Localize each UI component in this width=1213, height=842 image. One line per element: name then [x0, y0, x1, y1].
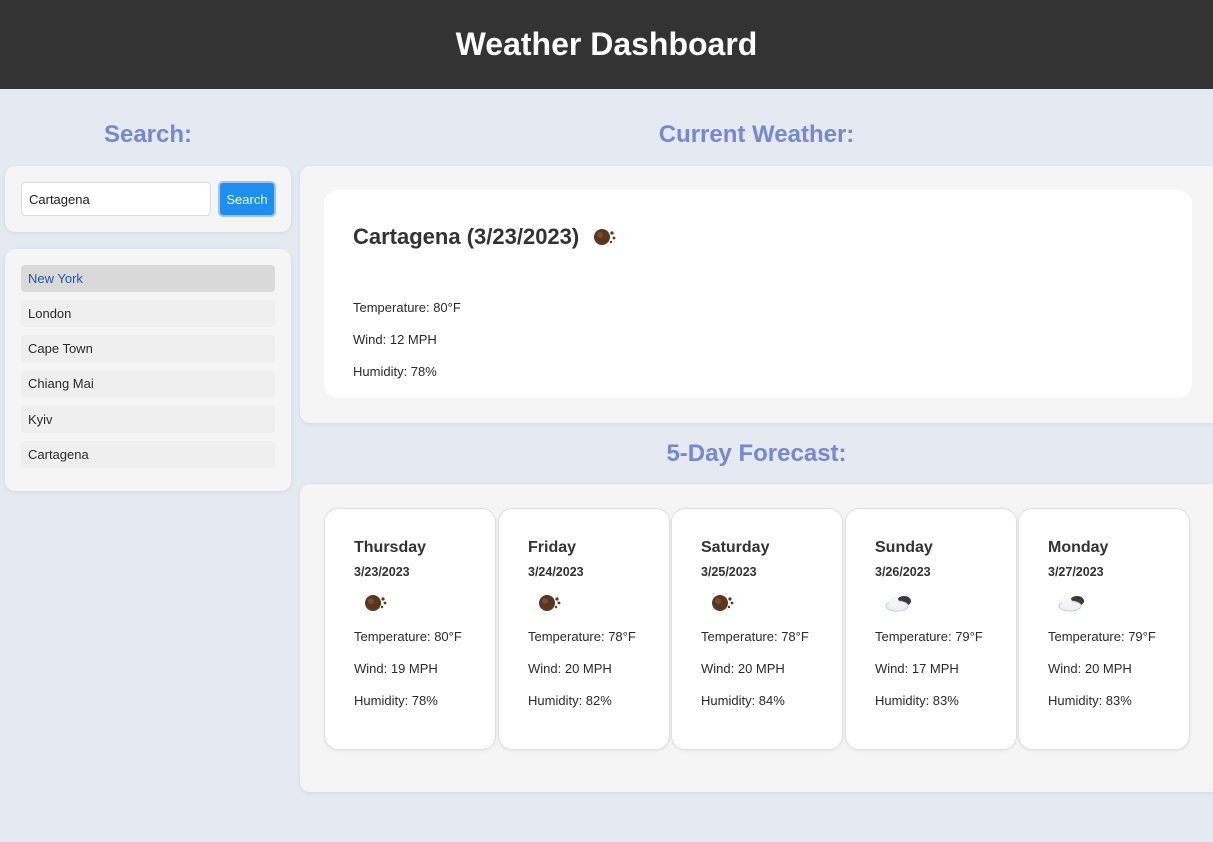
forecast-temperature: Temperature: 78°F — [701, 629, 809, 644]
current-humidity: Humidity: 78% — [353, 364, 437, 379]
search-input[interactable] — [21, 182, 211, 216]
history-item-kyiv[interactable]: Kyiv — [21, 406, 275, 433]
cloud-icon — [885, 596, 911, 612]
rain-icon — [594, 229, 616, 245]
current-weather-heading: Current Weather: — [658, 121, 855, 148]
current-weather-panel: Cartagena (3/23/2023) Temperature: 80°F … — [300, 166, 1213, 423]
forecast-humidity: Humidity: 83% — [875, 693, 959, 708]
current-city-date: Cartagena (3/23/2023) — [353, 224, 580, 249]
forecast-humidity: Humidity: 84% — [701, 693, 785, 708]
forecast-card: Friday 3/24/2023 Temperature: 78°F Wind:… — [498, 508, 670, 750]
current-temperature: Temperature: 80°F — [353, 300, 461, 315]
current-weather-card: Cartagena (3/23/2023) Temperature: 80°F … — [324, 190, 1192, 398]
forecast-date: 3/24/2023 — [528, 565, 584, 579]
forecast-wind: Wind: 20 MPH — [701, 661, 785, 676]
forecast-panel: Thursday 3/23/2023 Temperature: 80°F Win… — [300, 484, 1213, 792]
forecast-wind: Wind: 19 MPH — [354, 661, 438, 676]
rain-icon — [539, 595, 561, 611]
forecast-heading: 5-Day Forecast: — [666, 440, 847, 467]
history-item-london[interactable]: London — [21, 300, 275, 327]
app-header: Weather Dashboard — [0, 0, 1213, 89]
forecast-wind: Wind: 20 MPH — [528, 661, 612, 676]
forecast-card: Sunday 3/26/2023 Temperature: 79°F Wind:… — [845, 508, 1017, 750]
forecast-day: Friday — [528, 539, 577, 556]
forecast-day: Monday — [1048, 539, 1109, 556]
forecast-day: Saturday — [701, 539, 770, 556]
forecast-card: Monday 3/27/2023 Temperature: 79°F Wind:… — [1018, 508, 1190, 750]
forecast-humidity: Humidity: 83% — [1048, 693, 1132, 708]
app-title: Weather Dashboard — [455, 26, 758, 62]
forecast-temperature: Temperature: 80°F — [354, 629, 462, 644]
forecast-wind: Wind: 17 MPH — [875, 661, 959, 676]
forecast-date: 3/26/2023 — [875, 565, 931, 579]
current-wind: Wind: 12 MPH — [353, 332, 437, 347]
history-item-cartagena[interactable]: Cartagena — [21, 441, 275, 468]
forecast-card: Thursday 3/23/2023 Temperature: 80°F Win… — [324, 508, 496, 750]
search-button[interactable]: Search — [218, 181, 276, 217]
forecast-date: 3/23/2023 — [354, 565, 410, 579]
rain-icon — [712, 595, 734, 611]
forecast-temperature: Temperature: 78°F — [528, 629, 636, 644]
forecast-date: 3/27/2023 — [1048, 565, 1104, 579]
cloud-icon — [1058, 596, 1084, 612]
forecast-date: 3/25/2023 — [701, 565, 757, 579]
history-item-cape-town[interactable]: Cape Town — [21, 335, 275, 362]
forecast-card: Saturday 3/25/2023 Temperature: 78°F Win… — [671, 508, 843, 750]
search-heading: Search: — [103, 121, 193, 148]
forecast-temperature: Temperature: 79°F — [875, 629, 983, 644]
history-item-new-york[interactable]: New York — [21, 265, 275, 292]
forecast-wind: Wind: 20 MPH — [1048, 661, 1132, 676]
forecast-humidity: Humidity: 78% — [354, 693, 438, 708]
rain-icon — [365, 595, 387, 611]
forecast-humidity: Humidity: 82% — [528, 693, 612, 708]
forecast-day: Sunday — [875, 539, 933, 556]
forecast-day: Thursday — [354, 539, 427, 556]
forecast-temperature: Temperature: 79°F — [1048, 629, 1156, 644]
history-item-chiang-mai[interactable]: Chiang Mai — [21, 370, 275, 397]
